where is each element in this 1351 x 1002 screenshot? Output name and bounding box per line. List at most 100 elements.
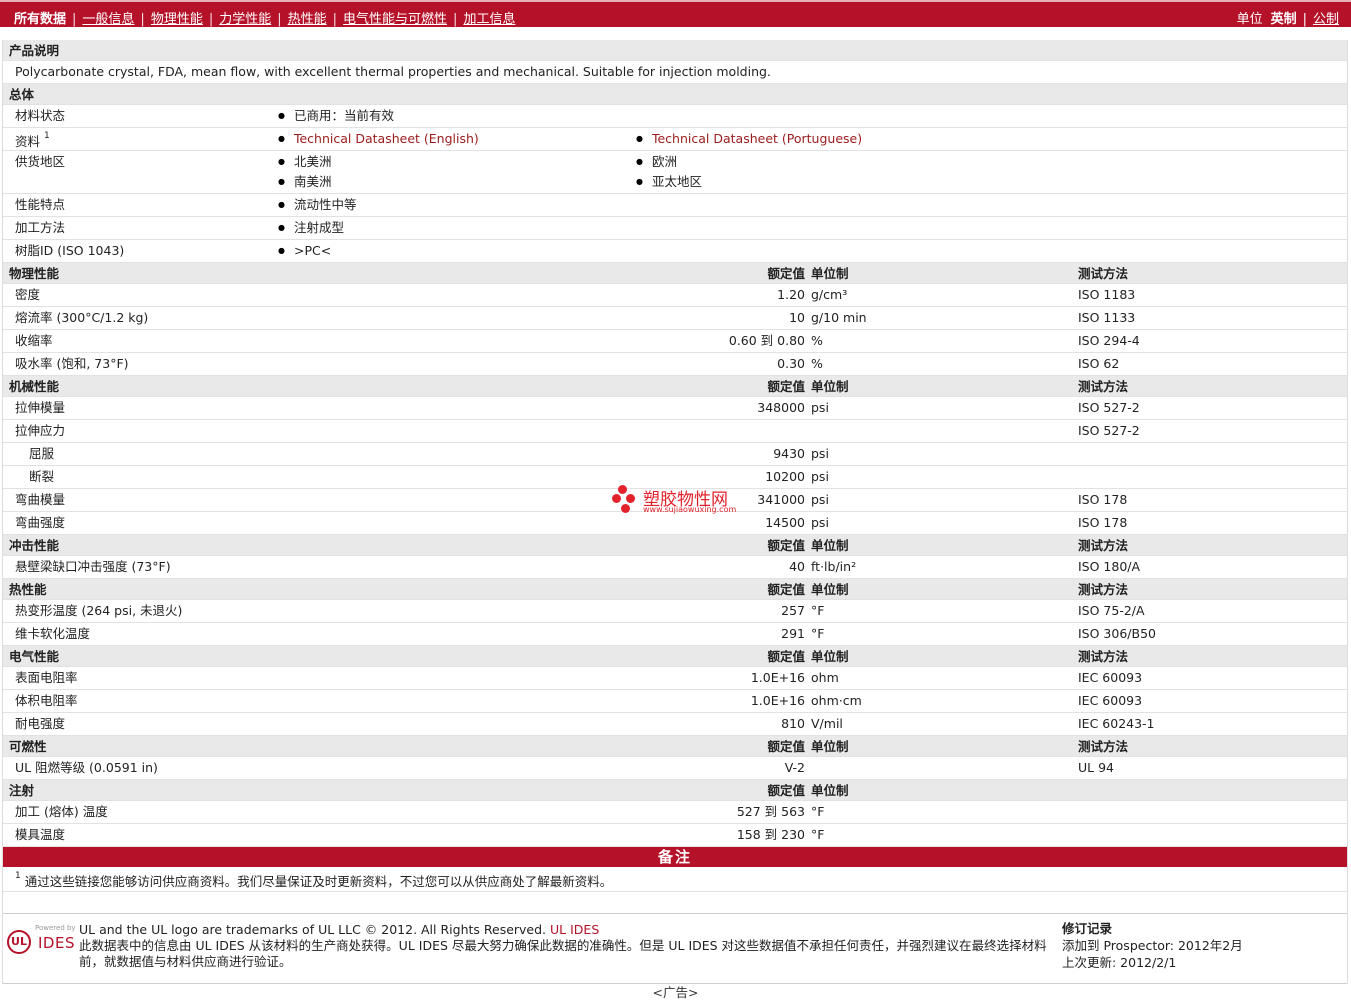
section-header-physical: 物理性能 额定值 单位制 测试方法: [3, 263, 1347, 284]
nav-processing[interactable]: 加工信息: [463, 12, 515, 27]
doc-link-english[interactable]: Technical Datasheet (English): [294, 131, 479, 146]
revision-updated: 上次更新: 2012/2/1: [1062, 955, 1177, 970]
row-label: 供货地区: [15, 154, 66, 169]
row-label: 资料 1: [15, 131, 50, 150]
region-item: 欧洲: [636, 152, 677, 174]
property-unit: %: [811, 356, 823, 371]
section-header-description: 产品说明: [3, 40, 1347, 61]
property-row: 体积电阻率 1.0E+16 ohm·cm IEC 60093: [3, 690, 1347, 713]
section-header-mechanical: 机械性能 额定值 单位制 测试方法: [3, 376, 1347, 397]
property-nominal: V-2: [784, 760, 805, 775]
ul-ides-logo[interactable]: UL Powered by IDES: [7, 924, 77, 954]
property-nominal: 291: [781, 626, 805, 641]
property-test-method: IEC 60093: [1078, 693, 1143, 708]
property-row: 熔流率 (300°C/1.2 kg) 10 g/10 min ISO 1133: [3, 307, 1347, 330]
features-value: 流动性中等: [278, 195, 357, 217]
section-title: 注射: [9, 783, 35, 798]
advertisement-label[interactable]: <广告>: [0, 982, 1351, 1001]
property-unit: ohm·cm: [811, 693, 862, 708]
revision-history: 修订记录 添加到 Prospector: 2012年2月 上次更新: 2012/…: [1062, 920, 1243, 971]
property-label: 加工 (熔体) 温度: [15, 804, 108, 819]
doc-link-portuguese[interactable]: Technical Datasheet (Portuguese): [652, 131, 862, 146]
property-row: 拉伸应力 ISO 527-2: [3, 420, 1347, 443]
watermark: 塑胶物性网 www.sujiaowuxing.com: [612, 483, 752, 519]
section-header-electrical: 电气性能 额定值 单位制 测试方法: [3, 646, 1347, 667]
header-nominal: 额定值: [767, 649, 805, 664]
nav-general-info[interactable]: 一般信息: [82, 12, 134, 27]
property-test-method: ISO 294-4: [1078, 333, 1140, 348]
property-label: 弯曲模量: [15, 492, 66, 507]
section-header-general: 总体: [3, 84, 1347, 105]
property-unit: °F: [811, 626, 825, 641]
property-unit: psi: [811, 400, 829, 415]
nav-electrical-flammability[interactable]: 电气性能与可燃性: [343, 12, 447, 27]
property-label: 耐电强度: [15, 716, 66, 731]
row-label: 加工方法: [15, 220, 66, 235]
property-label: 体积电阻率: [15, 693, 78, 708]
property-row: 模具温度 158 到 230 °F: [3, 824, 1347, 847]
property-test-method: ISO 527-2: [1078, 400, 1140, 415]
resin-row: 树脂ID (ISO 1043) >PC<: [3, 240, 1347, 263]
nav-all-data[interactable]: 所有数据: [14, 8, 66, 27]
top-nav-bar: 所有数据 | 一般信息 | 物理性能 | 力学性能 | 热性能 | 电气性能与可燃性 | 加工信息 单位…: [0, 0, 1351, 27]
ides-wordmark: IDES: [38, 934, 75, 952]
units-metric[interactable]: 公制: [1313, 12, 1339, 27]
header-unit: 单位制: [811, 739, 849, 754]
ul-ides-link[interactable]: UL IDES: [550, 922, 599, 937]
property-nominal: 1.20: [777, 287, 805, 302]
property-unit: ohm: [811, 670, 839, 685]
header-test-method: 测试方法: [1078, 739, 1129, 754]
property-nominal: 810: [781, 716, 805, 731]
section-title: 总体: [9, 87, 35, 102]
property-nominal: 341000: [757, 492, 805, 507]
property-unit: %: [811, 333, 823, 348]
property-test-method: ISO 62: [1078, 356, 1120, 371]
property-label: 吸水率 (饱和, 73°F): [15, 356, 129, 371]
property-row: 维卡软化温度 291 °F ISO 306/B50: [3, 623, 1347, 646]
row-label: 树脂ID (ISO 1043): [15, 243, 125, 258]
property-nominal: 10200: [765, 469, 805, 484]
footnote-number: 1: [15, 871, 21, 881]
property-test-method: ISO 178: [1078, 492, 1128, 507]
property-label: 热变形温度 (264 psi, 未退火): [15, 603, 183, 618]
header-test-method: 测试方法: [1078, 538, 1129, 553]
header-nominal: 额定值: [767, 266, 805, 281]
property-test-method: ISO 306/B50: [1078, 626, 1156, 641]
section-title: 可燃性: [9, 739, 47, 754]
property-nominal: 348000: [757, 400, 805, 415]
status-row: 材料状态 已商用：当前有效: [3, 105, 1347, 128]
header-unit: 单位制: [811, 649, 849, 664]
header-unit: 单位制: [811, 783, 849, 798]
footer: UL Powered by IDES UL and the UL logo ar…: [3, 914, 1347, 984]
footnote-ref: 1: [44, 131, 50, 141]
watermark-dot-icon: [618, 485, 627, 494]
doc-link-portuguese-item: Technical Datasheet (Portuguese): [636, 129, 862, 151]
property-test-method: ISO 527-2: [1078, 423, 1140, 438]
header-test-method: 测试方法: [1078, 649, 1129, 664]
property-test-method: ISO 1133: [1078, 310, 1136, 325]
property-test-method: ISO 75-2/A: [1078, 603, 1145, 618]
doc-link-english-item: Technical Datasheet (English): [278, 129, 479, 151]
property-test-method: ISO 178: [1078, 515, 1128, 530]
resin-value: >PC<: [278, 241, 331, 263]
property-test-method: ISO 1183: [1078, 287, 1136, 302]
process-row: 加工方法 注射成型: [3, 217, 1347, 240]
header-unit: 单位制: [811, 266, 849, 281]
property-row: 表面电阻率 1.0E+16 ohm IEC 60093: [3, 667, 1347, 690]
nav-thermal[interactable]: 热性能: [288, 12, 327, 27]
property-row: 加工 (熔体) 温度 527 到 563 °F: [3, 801, 1347, 824]
nav-physical[interactable]: 物理性能: [151, 12, 203, 27]
header-test-method: 测试方法: [1078, 379, 1129, 394]
nav-mechanical[interactable]: 力学性能: [219, 12, 271, 27]
property-nominal: 257: [781, 603, 805, 618]
row-label: 性能特点: [15, 197, 66, 212]
property-unit: ft·lb/in²: [811, 559, 857, 574]
property-row: 收缩率 0.60 到 0.80% ISO 294-4: [3, 330, 1347, 353]
property-test-method: IEC 60093: [1078, 670, 1143, 685]
header-unit: 单位制: [811, 538, 849, 553]
property-row: UL 阻燃等级 (0.0591 in) V-2 UL 94: [3, 757, 1347, 780]
revision-title: 修订记录: [1062, 921, 1113, 936]
units-imperial[interactable]: 英制: [1271, 12, 1297, 27]
header-test-method: 测试方法: [1078, 266, 1129, 281]
header-nominal: 额定值: [767, 739, 805, 754]
